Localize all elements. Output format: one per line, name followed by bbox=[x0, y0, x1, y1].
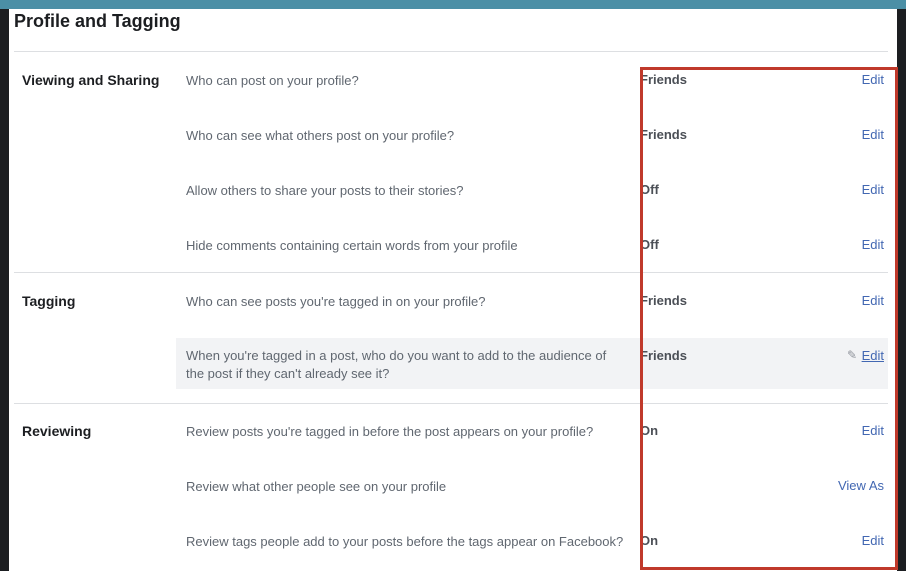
setting-value: Friends bbox=[640, 72, 687, 87]
setting-question: Hide comments containing certain words f… bbox=[186, 238, 518, 253]
divider bbox=[14, 403, 888, 404]
setting-row-hide-comments: Hide comments containing certain words f… bbox=[176, 237, 888, 255]
setting-row-tagged-posts-visibility: Who can see posts you're tagged in on yo… bbox=[176, 293, 888, 311]
setting-value: Friends bbox=[640, 127, 687, 142]
setting-question: Allow others to share your posts to thei… bbox=[186, 183, 464, 198]
setting-value: On bbox=[640, 423, 659, 438]
setting-question: Review tags people add to your posts bef… bbox=[186, 534, 624, 549]
setting-question: Who can see what others post on your pro… bbox=[186, 128, 455, 143]
section-label-viewing-and-sharing: Viewing and Sharing bbox=[22, 72, 160, 88]
setting-question: When you're tagged in a post, who do you… bbox=[186, 348, 607, 381]
setting-row-share-to-stories: Allow others to share your posts to thei… bbox=[176, 182, 888, 200]
setting-row-review-tagged-posts: Review posts you're tagged in before the… bbox=[176, 423, 888, 441]
setting-row-tag-audience: When you're tagged in a post, who do you… bbox=[176, 338, 888, 389]
edit-link[interactable]: Edit bbox=[862, 237, 884, 252]
top-bar bbox=[0, 0, 906, 9]
page-title: Profile and Tagging bbox=[14, 11, 181, 31]
setting-value: On bbox=[640, 533, 659, 548]
edit-link[interactable]: Edit bbox=[862, 72, 884, 87]
edit-link[interactable]: Edit bbox=[862, 348, 884, 363]
setting-question: Review posts you're tagged in before the… bbox=[186, 424, 594, 439]
edit-link[interactable]: Edit bbox=[862, 127, 884, 142]
setting-question: Who can see posts you're tagged in on yo… bbox=[186, 294, 486, 309]
setting-row-review-tags: Review tags people add to your posts bef… bbox=[176, 533, 888, 569]
edit-link[interactable]: Edit bbox=[862, 293, 884, 308]
setting-value: Off bbox=[640, 182, 659, 197]
section-label-tagging: Tagging bbox=[22, 293, 76, 309]
pencil-icon: ✎ bbox=[846, 348, 857, 362]
view-as-link[interactable]: View As bbox=[838, 478, 884, 493]
setting-row-who-can-see-others-posts: Who can see what others post on your pro… bbox=[176, 127, 888, 145]
setting-row-view-as: Review what other people see on your pro… bbox=[176, 478, 888, 496]
edit-link[interactable]: Edit bbox=[862, 423, 884, 438]
divider bbox=[14, 51, 888, 52]
setting-value: Friends bbox=[640, 348, 687, 363]
setting-row-who-can-post: Who can post on your profile? Friends Ed… bbox=[176, 72, 888, 90]
setting-question: Who can post on your profile? bbox=[186, 73, 359, 88]
setting-question: Review what other people see on your pro… bbox=[186, 479, 447, 494]
settings-panel: Profile and Tagging Viewing and Sharing … bbox=[9, 9, 898, 571]
edit-link[interactable]: Edit bbox=[862, 533, 884, 548]
setting-value: Friends bbox=[640, 293, 687, 308]
edit-link[interactable]: Edit bbox=[862, 182, 884, 197]
section-label-reviewing: Reviewing bbox=[22, 423, 92, 439]
setting-value: Off bbox=[640, 237, 659, 252]
divider bbox=[14, 272, 888, 273]
